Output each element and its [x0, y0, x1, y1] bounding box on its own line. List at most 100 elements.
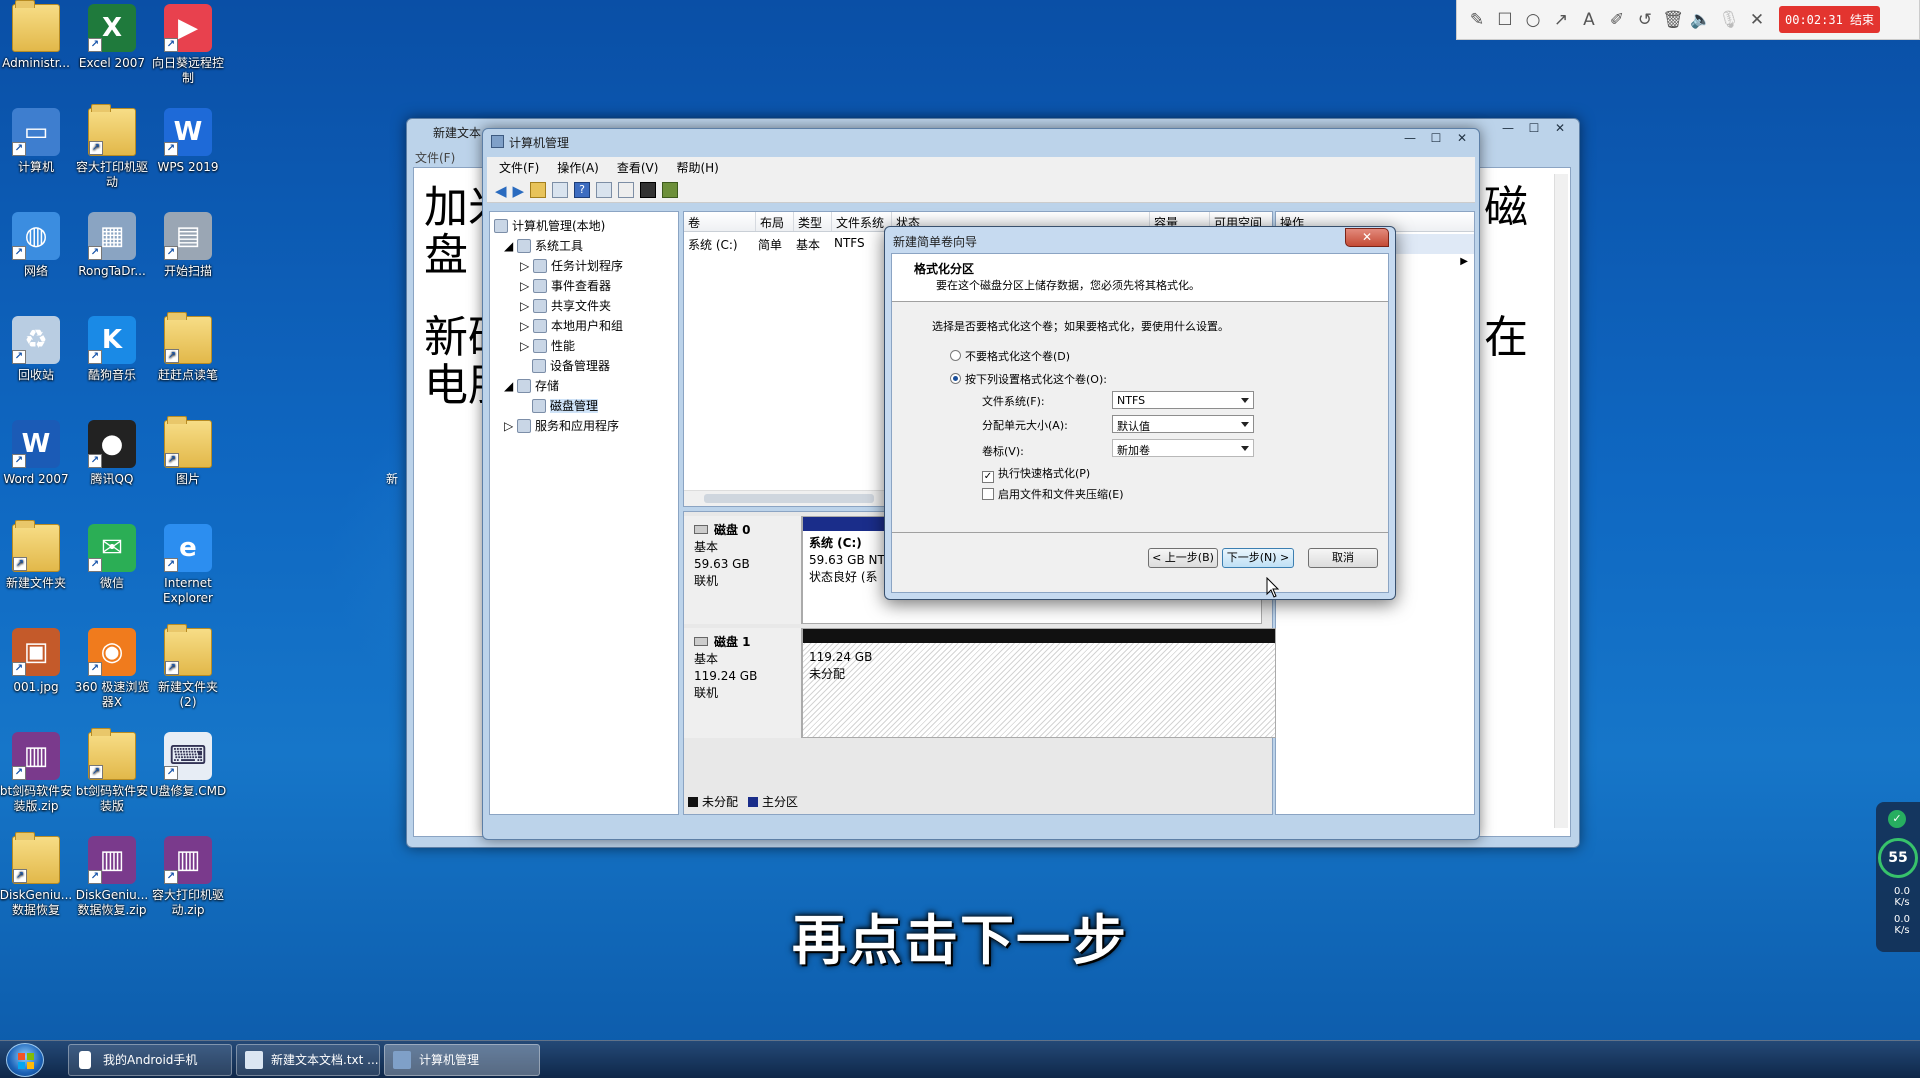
menu-view[interactable]: 查看(V) — [617, 157, 659, 179]
scrollbar-thumb[interactable] — [704, 494, 874, 503]
desktop-icon[interactable]: ▤ ↗ 开始扫描 — [148, 212, 228, 279]
legend-swatch-primary — [748, 796, 759, 807]
desktop-icon[interactable]: ▦ ↗ RongTaDr... — [72, 212, 152, 279]
desktop-icon[interactable]: ✉ ↗ 微信 — [72, 524, 152, 591]
microphone-icon[interactable]: 🎙 — [1717, 6, 1741, 34]
shared-folder-icon — [533, 299, 548, 313]
minimize-icon[interactable]: — — [1397, 129, 1423, 147]
menu-help[interactable]: 帮助(H) — [676, 157, 718, 179]
desktop-icon[interactable]: ↗ bt剑码软件安装版 — [72, 728, 152, 814]
disk-1-info[interactable]: 磁盘 1 基本 119.24 GB 联机 — [684, 628, 802, 738]
refresh-icon[interactable] — [618, 182, 635, 198]
desktop-icon[interactable]: ▶ ↗ 向日葵远程控制 — [148, 4, 228, 86]
col-type[interactable]: 类型 — [794, 212, 832, 231]
recording-timer-button[interactable]: 00:02:31 结束 — [1779, 6, 1881, 33]
tree-storage[interactable]: ◢ 存储 — [494, 376, 674, 396]
desktop-icon[interactable]: ⌨ ↗ U盘修复.CMD — [148, 732, 228, 799]
close-icon[interactable]: ✕ — [1547, 119, 1573, 137]
desktop-icon[interactable]: ↗ 图片 — [148, 416, 228, 487]
undo-icon[interactable]: ↺ — [1633, 6, 1657, 34]
speaker-icon[interactable]: 🔈 — [1689, 6, 1713, 34]
close-icon[interactable]: ✕ — [1345, 228, 1389, 247]
radio-format[interactable]: 按下列设置格式化这个卷(O): — [950, 371, 1107, 387]
close-icon[interactable]: ✕ — [1449, 129, 1475, 147]
back-arrow-icon[interactable]: ◀ — [495, 182, 507, 200]
tree-services[interactable]: ▷ 服务和应用程序 — [494, 416, 674, 436]
compression-checkbox[interactable]: 启用文件和文件夹压缩(E) — [982, 486, 1124, 502]
desktop-icon[interactable]: ◉ ↗ 360 极速浏览器X — [72, 628, 152, 710]
kugou-music-icon: K ↗ — [88, 316, 136, 364]
trash-icon[interactable]: 🗑 — [1661, 6, 1685, 34]
tree-task-scheduler[interactable]: ▷ 任务计划程序 — [494, 256, 674, 276]
minimize-icon[interactable]: — — [1495, 119, 1521, 137]
disk-0-info[interactable]: 磁盘 0 基本 59.63 GB 联机 — [684, 516, 802, 624]
desktop-icon[interactable]: ◍ ↗ 网络 — [0, 212, 76, 279]
desktop-icon[interactable]: ↗ 赶赶点读笔 — [148, 312, 228, 383]
desktop-icon[interactable]: ♻ ↗ 回收站 — [0, 316, 76, 383]
taskbar-item-computer-management[interactable]: 计算机管理 — [384, 1044, 540, 1076]
desktop-icon[interactable]: ▥ ↗ bt剑码软件安装版.zip — [0, 732, 76, 814]
rectangle-icon[interactable]: ☐ — [1493, 6, 1517, 34]
network-icon: ◍ ↗ — [12, 212, 60, 260]
desktop-icon[interactable]: Administr... — [0, 0, 76, 71]
chevron-right-icon[interactable]: ▶ — [1460, 256, 1468, 267]
back-button[interactable]: < 上一步(B) — [1148, 548, 1218, 568]
next-button[interactable]: 下一步(N) > — [1222, 548, 1294, 568]
arrow-icon[interactable]: ↗ — [1549, 6, 1573, 34]
start-button[interactable] — [6, 1043, 44, 1077]
taskbar-item-notepad[interactable]: 新建文本文档.txt ... — [236, 1044, 380, 1076]
desktop-icon[interactable]: ↗ 新建文件夹 — [0, 520, 76, 591]
tree-disk-management[interactable]: 磁盘管理 — [494, 396, 674, 416]
properties-icon[interactable] — [596, 182, 613, 198]
table-row[interactable]: 系统 (C:) 简单 基本 NTFS — [688, 236, 865, 253]
show-hide-tree-icon[interactable] — [552, 182, 569, 198]
highlighter-icon[interactable]: ✐ — [1605, 6, 1629, 34]
desktop-icon[interactable]: X ↗ Excel 2007 — [72, 4, 152, 71]
text-icon[interactable]: A — [1577, 6, 1601, 34]
tree-event-viewer[interactable]: ▷ 事件查看器 — [494, 276, 674, 296]
desktop-icon[interactable]: ▭ ↗ 计算机 — [0, 108, 76, 175]
allocation-unit-select[interactable]: 默认值 — [1112, 415, 1254, 433]
menu-file[interactable]: 文件(F) — [499, 157, 539, 179]
desktop-icon[interactable]: W ↗ Word 2007 — [0, 420, 76, 487]
desktop-icon[interactable]: ▣ ↗ 001.jpg — [0, 628, 76, 695]
desktop-icon[interactable]: e ↗ Internet Explorer — [148, 524, 228, 606]
tree-shared-folders[interactable]: ▷ 共享文件夹 — [494, 296, 674, 316]
up-folder-icon[interactable] — [530, 182, 547, 198]
col-layout[interactable]: 布局 — [756, 212, 794, 231]
tree-local-users[interactable]: ▷ 本地用户和组 — [494, 316, 674, 336]
shortcut-arrow-icon: ↗ — [88, 454, 102, 468]
pen-icon[interactable]: ✎ — [1465, 6, 1489, 34]
filesystem-select[interactable]: NTFS — [1112, 391, 1254, 409]
col-volume[interactable]: 卷 — [684, 212, 756, 231]
connect-icon[interactable] — [640, 182, 657, 198]
circle-icon[interactable]: ○ — [1521, 6, 1545, 34]
desktop-icon[interactable]: K ↗ 酷狗音乐 — [72, 316, 152, 383]
help-icon[interactable]: ? — [574, 182, 591, 198]
desktop-icon[interactable]: W ↗ WPS 2019 — [148, 108, 228, 175]
quick-format-checkbox[interactable]: ✓ 执行快速格式化(P) — [982, 465, 1090, 483]
desktop-icon[interactable]: ● ↗ 腾讯QQ — [72, 420, 152, 487]
tree-performance[interactable]: ▷ 性能 — [494, 336, 674, 356]
close-icon[interactable]: ✕ — [1745, 6, 1769, 34]
tree-device-manager[interactable]: 设备管理器 — [494, 356, 674, 376]
video-subtitle: 再点击下一步 — [792, 909, 1128, 972]
menu-action[interactable]: 操作(A) — [557, 157, 599, 179]
desktop-icon[interactable]: ↗ 容大打印机驱动 — [72, 104, 152, 190]
volume-label-input[interactable]: 新加卷 — [1112, 439, 1254, 457]
maximize-icon[interactable]: ☐ — [1521, 119, 1547, 137]
col-filesystem[interactable]: 文件系统 — [832, 212, 892, 231]
desktop-icon[interactable]: ↗ 新建文件夹 (2) — [148, 624, 228, 710]
cancel-button[interactable]: 取消 — [1308, 548, 1378, 568]
radio-no-format[interactable]: 不要格式化这个卷(D) — [950, 348, 1070, 364]
tree-root[interactable]: 计算机管理(本地) — [494, 216, 674, 236]
forward-arrow-icon[interactable]: ▶ — [513, 182, 525, 200]
notepad-text-right-1: 磁 — [1484, 182, 1528, 233]
export-icon[interactable] — [662, 182, 679, 198]
notepad-scrollbar[interactable] — [1554, 174, 1568, 828]
taskbar-item-android[interactable]: 我的Android手机 — [68, 1044, 232, 1076]
users-icon — [533, 319, 548, 333]
unallocated-space[interactable]: 119.24 GB 未分配 — [802, 628, 1276, 738]
tree-system-tools[interactable]: ◢ 系统工具 — [494, 236, 674, 256]
maximize-icon[interactable]: ☐ — [1423, 129, 1449, 147]
